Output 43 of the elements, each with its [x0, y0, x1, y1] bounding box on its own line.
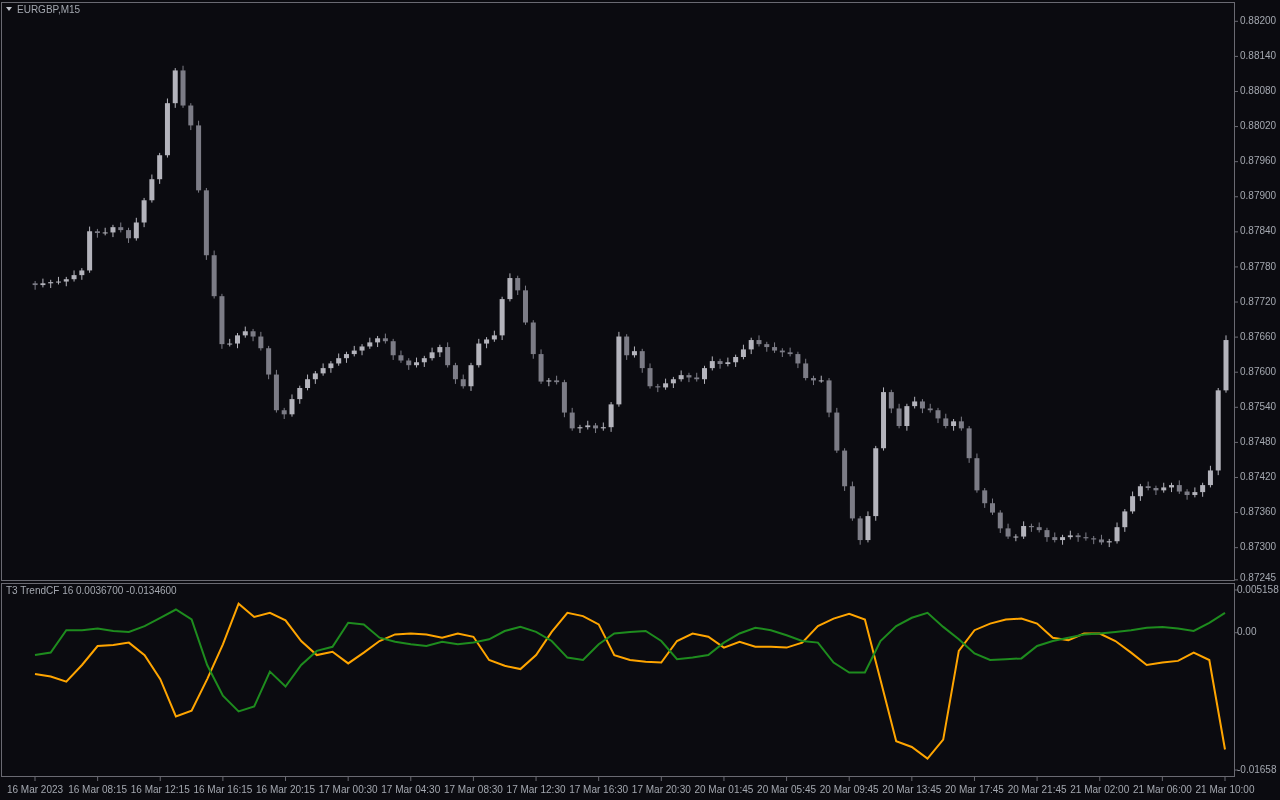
time-axis-label: 20 Mar 13:45 [882, 783, 942, 795]
price-axis-label: 0.87720 [1240, 295, 1277, 307]
time-axis-label: 16 Mar 16:15 [193, 783, 253, 795]
time-axis-label: 17 Mar 12:30 [506, 783, 566, 795]
time-axis-label: 20 Mar 01:45 [694, 783, 754, 795]
price-axis-label: 0.87660 [1240, 330, 1277, 342]
time-axis-label: 20 Mar 21:45 [1007, 783, 1067, 795]
time-axis-label: 20 Mar 05:45 [757, 783, 817, 795]
price-axis-label: 0.88200 [1240, 14, 1277, 26]
indicator-title: T3 TrendCF 16 0.0036700 -0.0134600 [6, 584, 177, 596]
price-axis-label: 0.87540 [1240, 400, 1277, 412]
indicator-axis-label: -0.01658 [1237, 763, 1277, 775]
price-axis-label: 0.87900 [1240, 190, 1277, 202]
price-axis-label: 0.87245 [1240, 571, 1277, 582]
price-axis-label: 0.87780 [1240, 260, 1277, 272]
price-axis-label: 0.88080 [1240, 85, 1277, 97]
time-axis-label: 17 Mar 08:30 [443, 783, 503, 795]
time-axis-label: 20 Mar 17:45 [945, 783, 1004, 795]
time-axis-label: 20 Mar 09:45 [819, 783, 879, 795]
time-axis-label: 17 Mar 20:30 [631, 783, 691, 795]
price-axis-label: 0.87480 [1240, 436, 1277, 448]
time-axis-label: 17 Mar 04:30 [381, 783, 441, 795]
price-axis-label: 0.87360 [1240, 506, 1277, 518]
time-axis-label: 16 Mar 20:15 [256, 783, 315, 795]
time-axis-label: 17 Mar 16:30 [569, 783, 629, 795]
time-axis-label: 21 Mar 02:00 [1070, 783, 1130, 795]
price-axis-label: 0.87960 [1240, 155, 1277, 167]
time-axis-label: 17 Mar 00:30 [318, 783, 378, 795]
price-axis-label: 0.87840 [1240, 225, 1277, 237]
price-axis-label: 0.88140 [1240, 50, 1277, 62]
indicator-axis-label: 0.00 [1237, 626, 1257, 638]
caret-icon[interactable] [6, 7, 12, 11]
time-axis-label: 21 Mar 06:00 [1132, 783, 1192, 795]
time-axis-label: 16 Mar 08:15 [68, 783, 128, 795]
price-axis-label: 0.87300 [1240, 541, 1277, 553]
price-axis-label: 0.88020 [1240, 120, 1277, 132]
time-axis-label: 16 Mar 2023 [6, 783, 64, 795]
time-axis-label: 16 Mar 12:15 [130, 783, 190, 795]
indicator-axis-label: 0.005158 [1237, 583, 1279, 595]
chart-title: EURGBP,M15 [17, 3, 81, 15]
time-axis-label: 21 Mar 10:00 [1195, 783, 1255, 795]
price-axis-label: 0.87600 [1240, 365, 1277, 377]
price-axis-label: 0.87420 [1240, 471, 1277, 483]
